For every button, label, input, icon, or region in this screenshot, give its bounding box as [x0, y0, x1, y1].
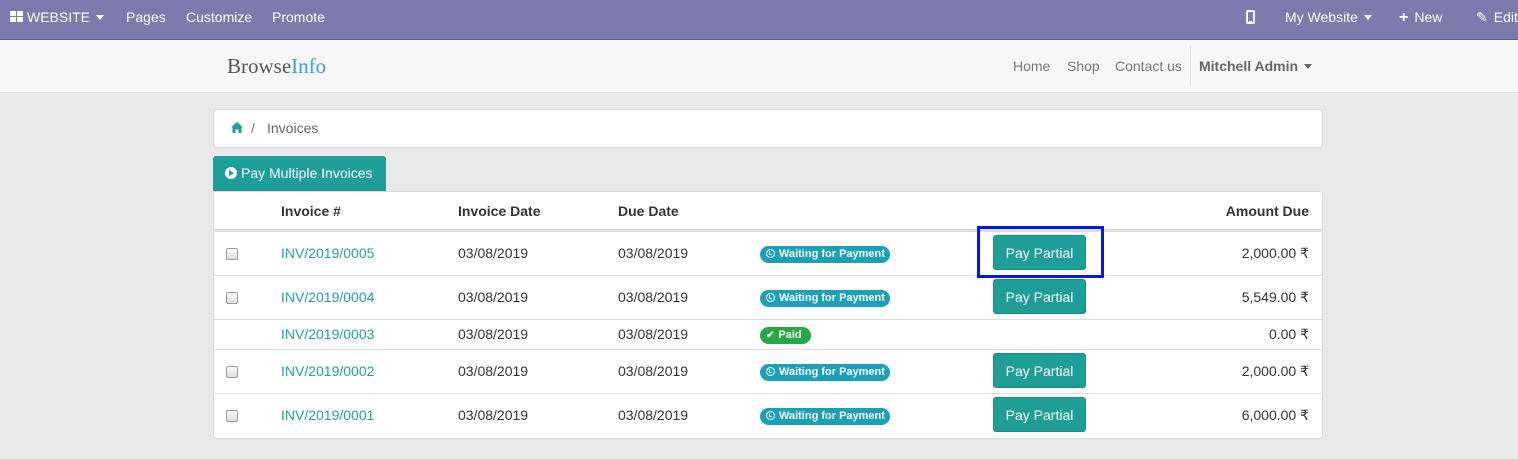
- checkmark-icon: ✔: [766, 330, 775, 341]
- clock-icon: [766, 292, 775, 302]
- admin-topbar: WEBSITE Pages Customize Promote My Websi…: [0, 0, 1518, 40]
- nav-contact-us[interactable]: Contact us: [1115, 58, 1182, 74]
- pay-partial-button[interactable]: Pay Partial: [993, 353, 1086, 388]
- apps-grid-icon: [10, 11, 23, 23]
- chevron-down-icon: [96, 14, 105, 20]
- invoice-number-link[interactable]: INV/2019/0003: [281, 326, 374, 342]
- due-date: 03/08/2019: [618, 289, 689, 305]
- pages-menu[interactable]: Pages: [126, 0, 166, 34]
- amount-due: 5,549.00 ₹: [1241, 289, 1309, 305]
- nav-home[interactable]: Home: [1013, 58, 1050, 74]
- clock-icon: [766, 248, 775, 258]
- due-date: 03/08/2019: [618, 363, 689, 379]
- row-checkbox[interactable]: [226, 248, 238, 260]
- new-button[interactable]: + New: [1399, 0, 1442, 34]
- edit-button-label: Edit: [1493, 9, 1518, 25]
- status-label: Paid: [778, 329, 802, 341]
- plus-icon: +: [1399, 9, 1409, 26]
- invoice-number-link[interactable]: INV/2019/0002: [281, 363, 374, 379]
- due-date: 03/08/2019: [618, 407, 689, 423]
- mobile-phone-icon: [1246, 9, 1255, 24]
- pay-partial-button[interactable]: Pay Partial: [993, 235, 1086, 270]
- customize-menu[interactable]: Customize: [186, 0, 252, 34]
- mobile-preview-button[interactable]: [1246, 0, 1255, 34]
- invoice-date: 03/08/2019: [458, 363, 529, 379]
- amount-due: 6,000.00 ₹: [1241, 407, 1309, 423]
- brand-name-part2: Info: [291, 54, 327, 78]
- chevron-down-icon: [1304, 63, 1313, 69]
- brand-name-part1: Browse: [227, 54, 292, 78]
- row-checkbox[interactable]: [226, 292, 238, 304]
- my-website-label: My Website: [1285, 9, 1358, 25]
- arrow-circle-right-icon: [225, 167, 237, 180]
- status-label: Waiting for Payment: [779, 248, 885, 260]
- invoices-table: Invoice # Invoice Date Due Date Amount D…: [213, 191, 1323, 439]
- amount-due: 0.00 ₹: [1268, 326, 1309, 342]
- invoice-number-link[interactable]: INV/2019/0004: [281, 289, 374, 305]
- clock-icon: [766, 366, 775, 376]
- status-badge: Waiting for Payment: [760, 290, 890, 307]
- invoice-number-link[interactable]: INV/2019/0001: [281, 407, 374, 423]
- site-header: BrowseInfo Home Shop Contact us Mitchell…: [0, 40, 1518, 93]
- breadcrumb-current: Invoices: [267, 120, 319, 136]
- invoice-number-link[interactable]: INV/2019/0005: [281, 245, 374, 261]
- breadcrumb-separator: /: [251, 120, 255, 136]
- my-website-menu[interactable]: My Website: [1285, 0, 1372, 34]
- new-button-label: New: [1414, 9, 1443, 25]
- nav-divider: [1190, 46, 1191, 86]
- brand-logo[interactable]: BrowseInfo: [227, 54, 326, 79]
- invoice-date: 03/08/2019: [458, 326, 529, 342]
- clock-icon: [766, 410, 775, 420]
- invoice-date: 03/08/2019: [458, 407, 529, 423]
- due-date: 03/08/2019: [618, 326, 689, 342]
- website-menu[interactable]: WEBSITE: [10, 0, 105, 34]
- nav-shop[interactable]: Shop: [1067, 58, 1100, 74]
- status-badge: Waiting for Payment: [760, 408, 890, 425]
- table-row: INV/2019/0005 03/08/2019 03/08/2019 Wait…: [214, 231, 1322, 275]
- status-badge: ✔ Paid: [760, 327, 811, 344]
- user-menu[interactable]: Mitchell Admin: [1199, 58, 1313, 74]
- chevron-down-icon: [1363, 14, 1372, 20]
- invoice-date: 03/08/2019: [458, 245, 529, 261]
- invoice-date: 03/08/2019: [458, 289, 529, 305]
- pay-partial-button[interactable]: Pay Partial: [993, 279, 1086, 314]
- pay-partial-button[interactable]: Pay Partial: [993, 397, 1086, 432]
- pay-multiple-invoices-button[interactable]: Pay Multiple Invoices: [213, 156, 386, 191]
- amount-due: 2,000.00 ₹: [1241, 245, 1309, 261]
- status-label: Waiting for Payment: [779, 410, 885, 422]
- status-badge: Waiting for Payment: [760, 246, 890, 263]
- status-badge: Waiting for Payment: [760, 364, 890, 381]
- header-invoice-date: Invoice Date: [458, 203, 541, 219]
- table-row: INV/2019/0003 03/08/2019 03/08/2019 ✔ Pai…: [214, 319, 1322, 349]
- table-row: INV/2019/0001 03/08/2019 03/08/2019 Wait…: [214, 393, 1322, 437]
- table-row: INV/2019/0002 03/08/2019 03/08/2019 Wait…: [214, 349, 1322, 393]
- status-label: Waiting for Payment: [779, 366, 885, 378]
- row-checkbox[interactable]: [226, 366, 238, 378]
- breadcrumb: / Invoices: [213, 109, 1323, 148]
- website-menu-label: WEBSITE: [27, 9, 91, 25]
- header-due-date: Due Date: [618, 203, 679, 219]
- table-header: Invoice # Invoice Date Due Date Amount D…: [214, 192, 1322, 231]
- pencil-icon: ✎: [1476, 9, 1488, 25]
- user-name: Mitchell Admin: [1199, 58, 1299, 74]
- amount-due: 2,000.00 ₹: [1241, 363, 1309, 379]
- pay-multiple-label: Pay Multiple Invoices: [241, 165, 373, 181]
- promote-menu[interactable]: Promote: [272, 0, 325, 34]
- header-amount-due: Amount Due: [1225, 203, 1309, 219]
- header-invoice-number: Invoice #: [281, 203, 341, 219]
- status-label: Waiting for Payment: [779, 292, 885, 304]
- due-date: 03/08/2019: [618, 245, 689, 261]
- edit-button[interactable]: ✎ Edit: [1476, 0, 1518, 34]
- home-icon[interactable]: [231, 122, 243, 133]
- table-row: INV/2019/0004 03/08/2019 03/08/2019 Wait…: [214, 275, 1322, 319]
- row-checkbox[interactable]: [226, 410, 238, 422]
